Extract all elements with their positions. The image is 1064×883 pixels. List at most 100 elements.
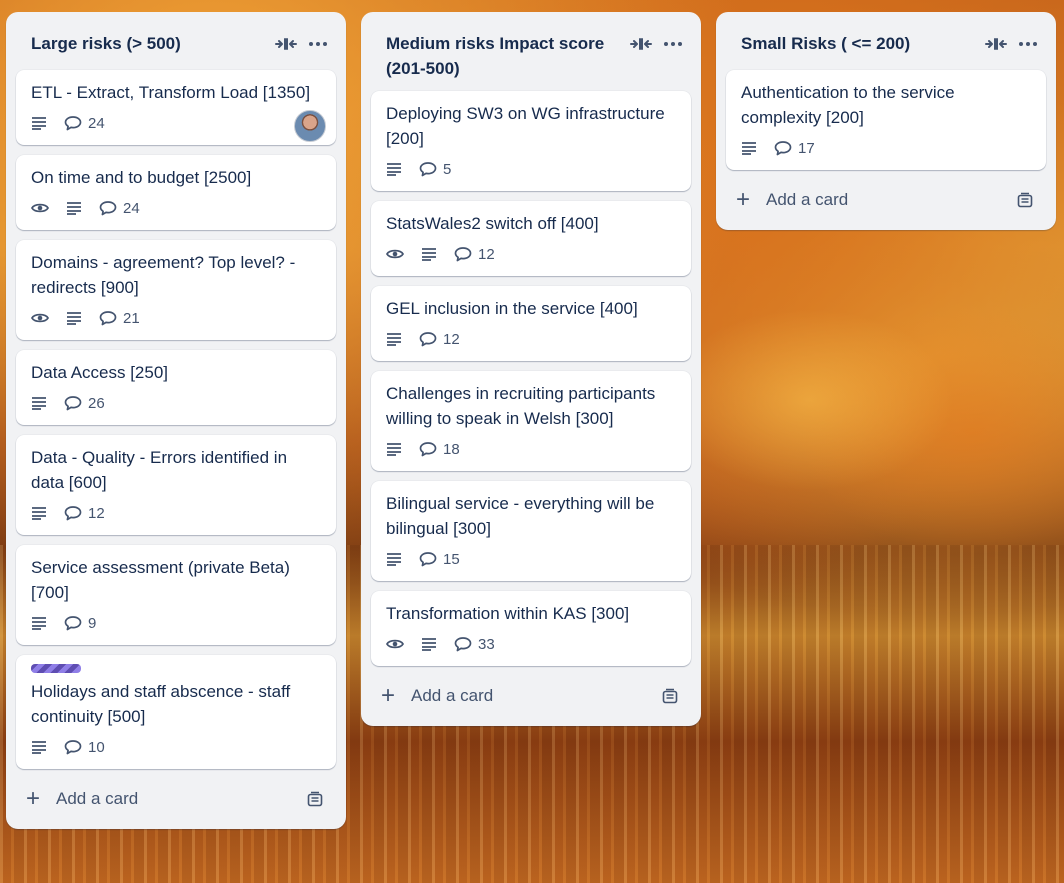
add-card-label: Add a card xyxy=(411,686,494,705)
list-title[interactable]: Small Risks ( <= 200) xyxy=(741,28,980,56)
plus-icon: + xyxy=(736,186,751,213)
comment-icon xyxy=(64,395,82,411)
collapse-icon[interactable] xyxy=(980,28,1012,60)
comment-count: 12 xyxy=(478,245,495,263)
list-header: Large risks (> 500) xyxy=(6,12,346,66)
card[interactable]: Authentication to the service complexity… xyxy=(726,70,1046,170)
comment-count: 24 xyxy=(88,114,105,132)
card-title: Deploying SW3 on WG infrastructure [200] xyxy=(386,104,665,148)
comment-count: 12 xyxy=(88,504,105,522)
card[interactable]: ETL - Extract, Transform Load [1350] 24 xyxy=(16,70,336,145)
card-title: Domains - agreement? Top level? - redire… xyxy=(31,253,296,297)
comment-icon xyxy=(454,246,472,262)
comment-icon xyxy=(64,615,82,631)
description-icon xyxy=(386,332,402,346)
card-title: StatsWales2 switch off [400] xyxy=(386,214,599,233)
card-title: Data Access [250] xyxy=(31,363,169,382)
card-list: Deploying SW3 on WG infrastructure [200]… xyxy=(361,87,701,666)
card-label[interactable] xyxy=(31,664,81,673)
card-title: Holidays and staff abscence - staff cont… xyxy=(31,682,291,726)
card-badges: 17 xyxy=(741,135,1031,161)
card[interactable]: StatsWales2 switch off [400] 12 xyxy=(371,201,691,276)
add-card-button[interactable]: + Add a card xyxy=(726,180,1046,220)
card-title: Service assessment (private Beta) [700] xyxy=(31,558,290,602)
add-card-button[interactable]: + Add a card xyxy=(371,676,691,716)
description-icon xyxy=(421,247,437,261)
card-title: ETL - Extract, Transform Load [1350] xyxy=(31,83,311,102)
more-icon[interactable] xyxy=(302,28,334,60)
card-title: Bilingual service - everything will be b… xyxy=(386,494,655,538)
card-title: Challenges in recruiting participants wi… xyxy=(386,384,656,428)
card[interactable]: Transformation within KAS [300] 33 xyxy=(371,591,691,666)
more-icon[interactable] xyxy=(1012,28,1044,60)
comments-badge: 12 xyxy=(64,505,105,522)
card[interactable]: Bilingual service - everything will be b… xyxy=(371,481,691,581)
card[interactable]: On time and to budget [2500] 24 xyxy=(16,155,336,230)
card-badges: 24 xyxy=(31,110,321,136)
comments-badge: 26 xyxy=(64,395,105,412)
card-list: Authentication to the service complexity… xyxy=(716,66,1056,170)
card-title: Transformation within KAS [300] xyxy=(386,604,630,623)
card-template-icon[interactable] xyxy=(304,788,326,810)
description-icon xyxy=(31,616,47,630)
comment-count: 33 xyxy=(478,635,495,653)
description-icon xyxy=(31,740,47,754)
comment-count: 15 xyxy=(443,550,460,568)
avatar[interactable] xyxy=(294,110,326,142)
comments-badge: 18 xyxy=(419,441,460,458)
description-icon xyxy=(31,396,47,410)
list-column: Small Risks ( <= 200) Authentication to … xyxy=(716,12,1056,230)
comment-count: 12 xyxy=(443,330,460,348)
card-badges: 12 xyxy=(386,326,676,352)
description-icon xyxy=(31,116,47,130)
list-title[interactable]: Large risks (> 500) xyxy=(31,28,270,56)
card[interactable]: Data - Quality - Errors identified in da… xyxy=(16,435,336,535)
comment-icon xyxy=(419,551,437,567)
comment-icon xyxy=(419,441,437,457)
card-badges: 21 xyxy=(31,305,321,331)
comment-count: 21 xyxy=(123,309,140,327)
card[interactable]: Data Access [250] 26 xyxy=(16,350,336,425)
comments-badge: 12 xyxy=(419,331,460,348)
card-template-icon[interactable] xyxy=(659,685,681,707)
collapse-icon[interactable] xyxy=(270,28,302,60)
collapse-icon[interactable] xyxy=(625,28,657,60)
list-column: Medium risks Impact score (201-500) Depl… xyxy=(361,12,701,726)
description-icon xyxy=(31,506,47,520)
comment-count: 26 xyxy=(88,394,105,412)
comments-badge: 24 xyxy=(99,200,140,217)
card[interactable]: Holidays and staff abscence - staff cont… xyxy=(16,655,336,769)
comment-icon xyxy=(419,161,437,177)
card-badges: 15 xyxy=(386,546,676,572)
card[interactable]: Deploying SW3 on WG infrastructure [200]… xyxy=(371,91,691,191)
add-card-label: Add a card xyxy=(56,789,139,808)
card[interactable]: Service assessment (private Beta) [700] 9 xyxy=(16,545,336,645)
comment-icon xyxy=(99,310,117,326)
card[interactable]: Challenges in recruiting participants wi… xyxy=(371,371,691,471)
more-icon[interactable] xyxy=(657,28,689,60)
card-title: GEL inclusion in the service [400] xyxy=(386,299,638,318)
add-card-button[interactable]: + Add a card xyxy=(16,779,336,819)
watching-icon xyxy=(31,201,49,215)
card[interactable]: GEL inclusion in the service [400] 12 xyxy=(371,286,691,361)
background-trees xyxy=(700,240,1064,560)
card-badges: 26 xyxy=(31,390,321,416)
comments-badge: 15 xyxy=(419,551,460,568)
card-badges: 9 xyxy=(31,610,321,636)
card-badges: 12 xyxy=(386,241,676,267)
list-column: Large risks (> 500) ETL - Extract, Trans… xyxy=(6,12,346,829)
card-template-icon[interactable] xyxy=(1014,189,1036,211)
card-badges: 24 xyxy=(31,195,321,221)
plus-icon: + xyxy=(381,682,396,709)
list-title[interactable]: Medium risks Impact score (201-500) xyxy=(386,28,625,81)
description-icon xyxy=(386,442,402,456)
card-badges: 10 xyxy=(31,734,321,760)
comment-count: 9 xyxy=(88,614,97,632)
card[interactable]: Domains - agreement? Top level? - redire… xyxy=(16,240,336,340)
plus-icon: + xyxy=(26,785,41,812)
comment-icon xyxy=(454,636,472,652)
comment-count: 5 xyxy=(443,160,452,178)
card-title: On time and to budget [2500] xyxy=(31,168,252,187)
comment-count: 18 xyxy=(443,440,460,458)
watching-icon xyxy=(31,311,49,325)
